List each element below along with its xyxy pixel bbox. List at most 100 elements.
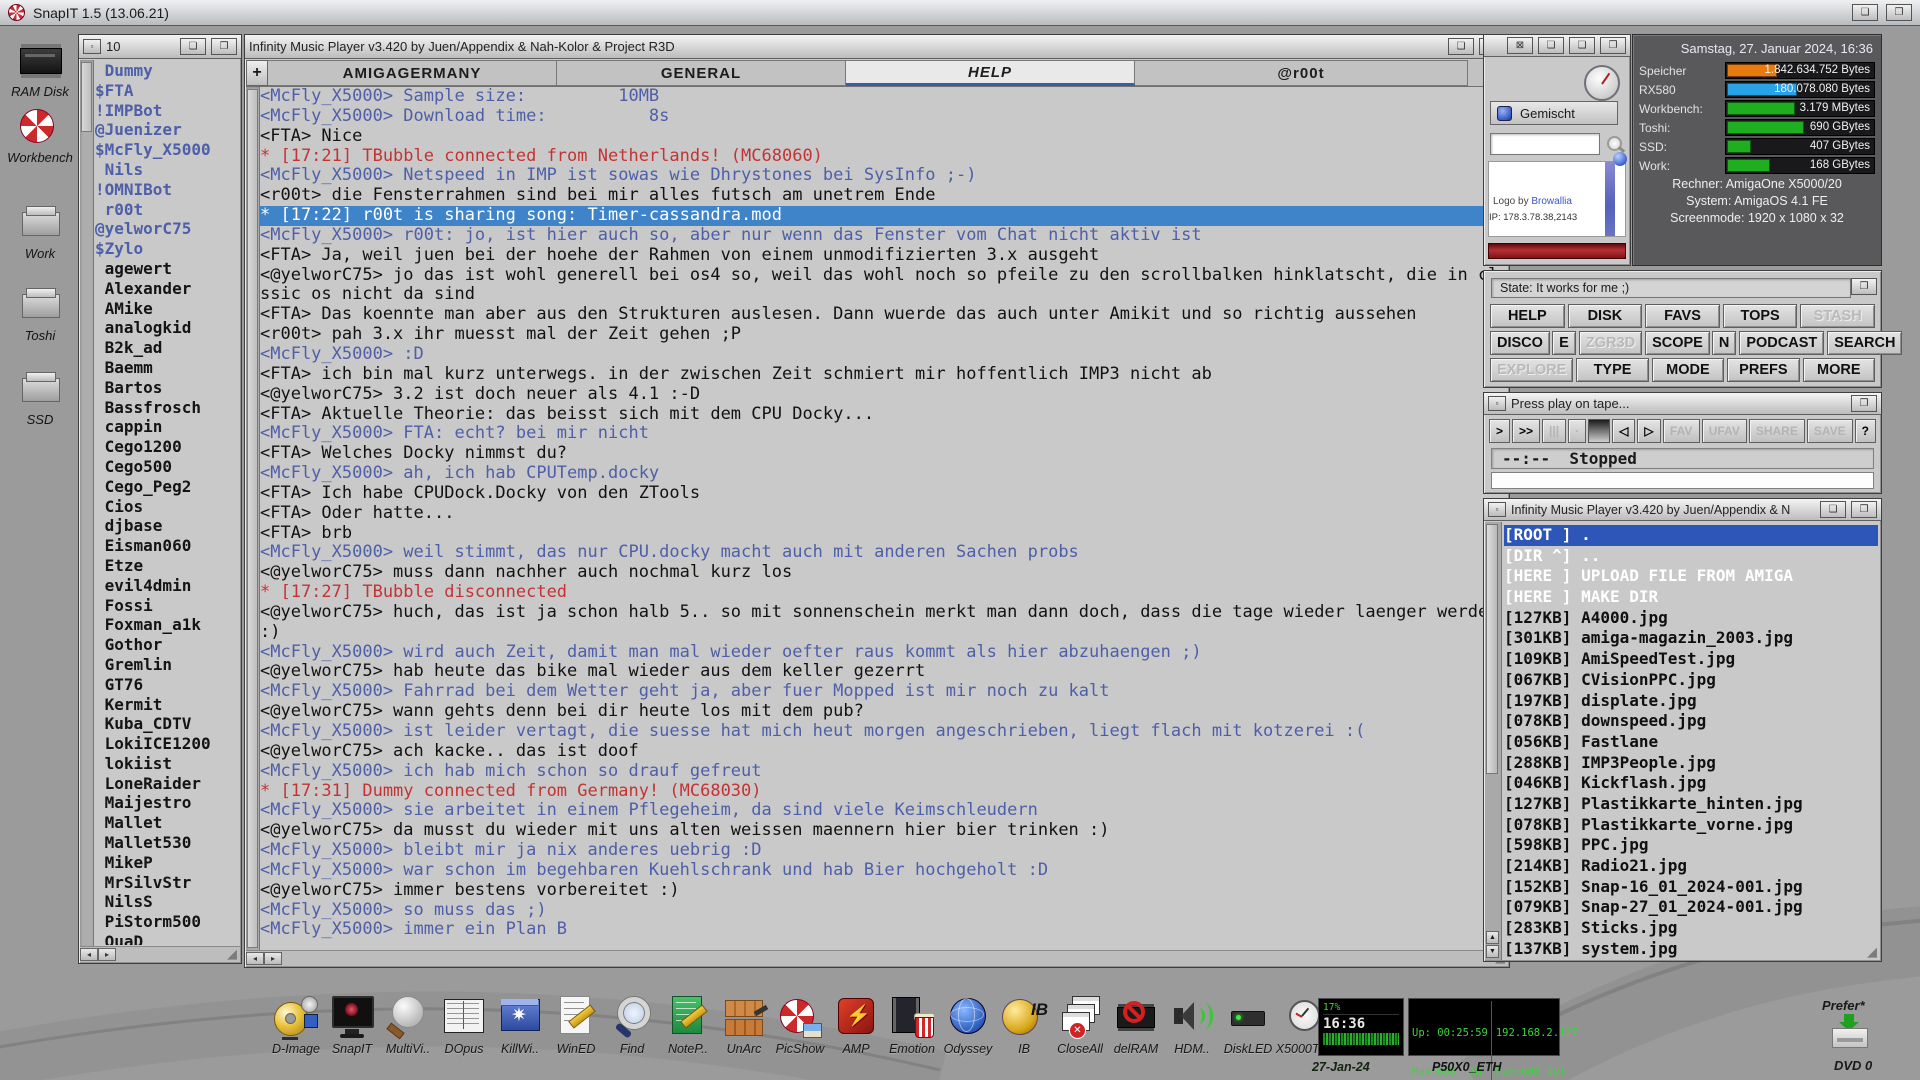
scroll-down-icon[interactable]: ▼ [1486, 945, 1499, 958]
file-entry[interactable]: [046KB] Kickflash.jpg [1504, 773, 1878, 794]
userlist-nick[interactable]: MrSilvStr [95, 873, 239, 893]
file-entry[interactable]: [137KB] system.jpg [1504, 939, 1878, 958]
file-titlebar[interactable]: ▫ Infinity Music Player v3.420 by Juen/A… [1484, 499, 1881, 521]
dock-item-dimage[interactable]: D-Image [270, 994, 322, 1056]
file-entry[interactable]: [109KB] AmiSpeedTest.jpg [1504, 649, 1878, 670]
prefs-drive-icon[interactable] [1830, 1014, 1870, 1048]
control-button-disk[interactable]: DISK [1568, 304, 1643, 328]
control-button-podcast[interactable]: PODCAST [1739, 331, 1824, 355]
userlist-nick[interactable]: Eisman060 [95, 536, 239, 556]
userlist-nick[interactable]: evil4dmin [95, 576, 239, 596]
userlist-nick[interactable]: @yelworC75 [95, 219, 239, 239]
userlist-nick[interactable]: B2k_ad [95, 338, 239, 358]
control-button-mode[interactable]: MODE [1652, 358, 1724, 382]
dock-item-closeall[interactable]: CloseAll [1054, 994, 1106, 1056]
userlist-nick[interactable]: MikeP [95, 853, 239, 873]
userlist-nick[interactable]: Etze [95, 556, 239, 576]
dock-item-notep[interactable]: NoteP.. [662, 994, 714, 1056]
file-scrollbar[interactable]: ▲ ▼ [1485, 522, 1502, 960]
userlist-nick[interactable]: $Zylo [95, 239, 239, 259]
userlist-nick[interactable]: Nils [95, 160, 239, 180]
control-button-disco[interactable]: DISCO [1490, 331, 1550, 355]
resize-handle[interactable]: ◢ [224, 946, 240, 962]
shade-icon[interactable]: ❏ [1538, 37, 1564, 54]
control-button-more[interactable]: MORE [1803, 358, 1875, 382]
dock-item-amp[interactable]: AMP [830, 994, 882, 1056]
desktop-icon-work[interactable]: Work [2, 200, 78, 261]
userlist-nick[interactable]: Mallet530 [95, 833, 239, 853]
close-icon[interactable]: ▫ [1488, 502, 1506, 517]
userlist-nick[interactable]: Mallet [95, 813, 239, 833]
screen-shuffle-gadget[interactable]: ❏ [1852, 4, 1878, 21]
userlist-hscroll[interactable]: ◂ ▸ [80, 946, 240, 962]
depth-icon[interactable]: ❐ [211, 38, 237, 55]
userlist-nick[interactable]: Alexander [95, 279, 239, 299]
chat-hscroll[interactable]: ◂ ▸ [246, 950, 1508, 966]
network-monitor[interactable]: Up: 00:25:59 Max:600 IN 15.79 MB 0 KB/s … [1408, 998, 1560, 1056]
scroll-right-icon[interactable]: ▸ [98, 948, 116, 961]
file-entry[interactable]: [214KB] Radio21.jpg [1504, 856, 1878, 877]
file-entry[interactable]: [DIR ^] .. [1504, 546, 1878, 567]
desktop-icon-ram-disk[interactable]: RAM Disk [2, 38, 78, 99]
dock-item-killwi[interactable]: KillWi.. [494, 994, 546, 1056]
control-button-search[interactable]: SEARCH [1827, 331, 1902, 355]
userlist-nick[interactable]: PiStorm500 [95, 912, 239, 932]
scroll-left-icon[interactable]: ◂ [246, 952, 264, 965]
dock-item-odyssey[interactable]: Odyssey [942, 994, 994, 1056]
userlist-nick[interactable]: Bartos [95, 378, 239, 398]
userlist-nick[interactable]: !OMNIBot [95, 180, 239, 200]
file-entry[interactable]: [HERE ] UPLOAD FILE FROM AMIGA [1504, 566, 1878, 587]
file-entry[interactable]: [127KB] A4000.jpg [1504, 608, 1878, 629]
userlist-nick[interactable]: Maijestro [95, 793, 239, 813]
control-button-tops[interactable]: TOPS [1723, 304, 1798, 328]
control-button-n[interactable]: N [1712, 331, 1736, 355]
dock-item-ib[interactable]: IB [998, 994, 1050, 1056]
file-entry[interactable]: [152KB] Snap-16_01_2024-001.jpg [1504, 877, 1878, 898]
tab-help[interactable]: HELP [846, 60, 1135, 86]
userlist-nick[interactable]: r00t [95, 200, 239, 220]
file-entry[interactable]: [078KB] Plastikkarte_vorne.jpg [1504, 815, 1878, 836]
tab-amigagermany[interactable]: AMIGAGERMANY [268, 60, 557, 86]
userlist-nick[interactable]: Cego500 [95, 457, 239, 477]
desktop-icon-workbench[interactable]: Workbench [2, 104, 78, 165]
userlist-nick[interactable]: Fossi [95, 596, 239, 616]
userlist-nick[interactable]: lokiist [95, 754, 239, 774]
tape-button-[interactable]: ◁ [1612, 419, 1635, 443]
dock-item-find[interactable]: Find [606, 994, 658, 1056]
userlist-scrollbar[interactable] [80, 60, 94, 946]
control-button-scope[interactable]: SCOPE [1645, 331, 1710, 355]
file-entry[interactable]: [197KB] displate.jpg [1504, 691, 1878, 712]
userlist-nick[interactable]: $McFly_X5000 [95, 140, 239, 160]
userlist-titlebar[interactable]: ▫ 10 ❏ ❐ [79, 35, 241, 59]
dock-item-unarc[interactable]: UnArc [718, 994, 770, 1056]
control-button-e[interactable]: E [1552, 331, 1576, 355]
add-tab-button[interactable]: + [246, 60, 268, 86]
close-icon[interactable]: ▫ [83, 39, 101, 54]
userlist-nick[interactable]: Cego_Peg2 [95, 477, 239, 497]
control-button-type[interactable]: TYPE [1576, 358, 1648, 382]
userlist-nick[interactable]: Baemm [95, 358, 239, 378]
tape-song-field[interactable] [1491, 472, 1874, 489]
tape-button-[interactable]: > [1489, 419, 1510, 443]
userlist-nick[interactable]: Foxman_a1k [95, 615, 239, 635]
tape-button-[interactable]: ▷ [1637, 419, 1660, 443]
dock-item-multivi[interactable]: MultiVi.. [382, 994, 434, 1056]
userlist-nick[interactable]: AMike [95, 299, 239, 319]
iconify-icon[interactable]: ⊠ [1507, 37, 1533, 54]
control-button-favs[interactable]: FAVS [1645, 304, 1720, 328]
depth-icon[interactable]: ❐ [1600, 37, 1626, 54]
userlist-nick[interactable]: cappin [95, 417, 239, 437]
desktop-icon-toshi[interactable]: Toshi [2, 282, 78, 343]
userlist-nick[interactable]: Dummy [95, 61, 239, 81]
iconify-icon[interactable]: ❏ [1448, 38, 1474, 55]
userlist-nick[interactable]: @Juenizer [95, 120, 239, 140]
control-button-prefs[interactable]: PREFS [1727, 358, 1799, 382]
cpu-monitor[interactable]: 17% 16:36 [1318, 998, 1404, 1056]
userlist-nick[interactable]: agewert [95, 259, 239, 279]
dock-item-hdm[interactable]: HDM.. [1166, 994, 1218, 1056]
dock-item-picshow[interactable]: PicShow [774, 994, 826, 1056]
scroll-left-icon[interactable]: ◂ [80, 948, 98, 961]
control-button-help[interactable]: HELP [1490, 304, 1565, 328]
iconify-icon[interactable]: ❏ [1820, 501, 1846, 518]
userlist-nick[interactable]: !IMPBot [95, 101, 239, 121]
